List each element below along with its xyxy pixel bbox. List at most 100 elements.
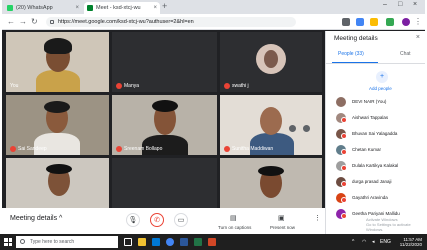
extension-icon[interactable]: [342, 18, 350, 26]
tile-name: Sunitha Maddiwan: [232, 146, 274, 152]
close-tab-icon[interactable]: ×: [75, 2, 79, 14]
file-explorer-icon[interactable]: [138, 238, 146, 246]
person-head: [260, 107, 282, 135]
participant-row[interactable]: Dulala Kartikya Kalakal: [332, 159, 424, 174]
end-call-button[interactable]: ✆: [150, 213, 164, 227]
muted-mic-icon: [224, 83, 230, 89]
chevron-up-icon[interactable]: ^: [352, 239, 354, 245]
watermark-line: Go to Settings to activate Windows.: [366, 222, 411, 232]
forward-icon[interactable]: →: [19, 17, 27, 27]
close-window-button[interactable]: ×: [413, 1, 417, 8]
maximize-button[interactable]: □: [398, 1, 402, 8]
video-tile: Sai Sandeep: [6, 95, 109, 155]
reload-icon[interactable]: ↻: [31, 17, 38, 27]
extension-icon[interactable]: [386, 18, 394, 26]
tile-name: Manya: [124, 83, 140, 89]
windows-start-icon[interactable]: [4, 238, 12, 246]
participant-row[interactable]: Chetan Kumar: [332, 143, 424, 158]
more-options-icon[interactable]: ⋮: [314, 214, 321, 222]
muted-icon: [341, 133, 347, 139]
tile-name: Sai Sandeep: [18, 146, 47, 152]
new-tab-button[interactable]: +: [162, 1, 167, 11]
tab-meet[interactable]: Meet - ksd-xtcj-wu ×: [84, 2, 160, 14]
task-view-icon[interactable]: [124, 238, 132, 246]
video-tile: [112, 158, 217, 208]
whatsapp-icon: [7, 5, 13, 11]
taskbar-search-box[interactable]: Type here to search: [16, 236, 118, 248]
participant-row[interactable]: Bhuvan Sai Yalagadda: [332, 127, 424, 142]
tab-people[interactable]: People (33): [338, 51, 364, 57]
clock[interactable]: 11:57 AM 11/22/2020: [394, 237, 422, 247]
tile-name: swathi j: [232, 83, 249, 89]
tile-name: Sreenam Bollapo: [124, 146, 163, 152]
language-indicator[interactable]: ENG: [380, 239, 391, 245]
video-tile: swathi j: [220, 32, 322, 92]
more-options-icon[interactable]: [303, 125, 310, 132]
search-placeholder: Type here to search: [30, 239, 75, 245]
captions-icon[interactable]: ▤: [230, 214, 237, 222]
add-people-label[interactable]: Add people: [369, 86, 392, 91]
person-hair: [44, 101, 70, 113]
activate-windows-watermark: Activate Windows Go to Settings to activ…: [366, 217, 425, 232]
muted-mic-icon: [10, 146, 16, 152]
volume-icon[interactable]: ◂: [372, 239, 375, 245]
person-body: [142, 135, 188, 155]
meeting-details-button[interactable]: Meeting details ^: [10, 215, 62, 222]
present-label[interactable]: Present now: [270, 225, 295, 230]
close-panel-icon[interactable]: ×: [416, 34, 420, 41]
person-hair: [258, 166, 284, 176]
address-bar-row: ← → ↻ https://meet.google.com/ksd-xtcj-w…: [2, 14, 425, 30]
captions-label[interactable]: Turn on captions: [218, 225, 251, 230]
muted-icon: [341, 165, 347, 171]
tab-chat[interactable]: Chat: [400, 51, 411, 57]
participant-name: Aishwari Tappalas: [352, 115, 389, 120]
chrome-icon[interactable]: [166, 238, 174, 246]
url-field[interactable]: https://meet.google.com/ksd-xtcj-wu?auth…: [46, 17, 296, 27]
muted-mic-icon: [116, 146, 122, 152]
muted-icon: [341, 197, 347, 203]
participant-row[interactable]: Aishwari Tappalas: [332, 111, 424, 126]
muted-mic-icon: [224, 146, 230, 152]
participant-row[interactable]: durga prasad Janaji: [332, 175, 424, 190]
meet-icon: [87, 5, 93, 11]
extension-icon[interactable]: [356, 18, 364, 26]
person-hair: [46, 164, 72, 174]
meeting-details-label: Meeting details: [10, 215, 58, 222]
lock-icon: [50, 20, 54, 24]
muted-icon: [341, 213, 347, 219]
word-icon[interactable]: [180, 238, 188, 246]
profile-avatar[interactable]: [402, 18, 410, 26]
tab-label: (20) WhatsApp: [16, 5, 53, 11]
video-tile: Manya: [112, 32, 217, 92]
video-tile: Sunitha Maddiwan: [220, 95, 322, 155]
camera-button[interactable]: ▭: [174, 213, 188, 227]
screen: (20) WhatsApp × Meet - ksd-xtcj-wu × + –…: [0, 0, 427, 250]
muted-icon: [341, 117, 347, 123]
back-icon[interactable]: ←: [7, 17, 15, 27]
video-tile: [6, 158, 109, 208]
participant-name: Gayathri Aravinda: [352, 195, 388, 200]
windows-taskbar: Type here to search ^ ◠ ◂ ENG 11:57 AM 1…: [0, 234, 427, 250]
minimize-button[interactable]: –: [383, 1, 387, 8]
participant-row[interactable]: DEVI NAIR (You): [332, 95, 424, 110]
divider: [326, 63, 425, 64]
tab-whatsapp[interactable]: (20) WhatsApp ×: [4, 2, 82, 14]
excel-icon[interactable]: [194, 238, 202, 246]
add-person-icon[interactable]: +: [376, 71, 388, 83]
participant-row[interactable]: Gayathri Aravinda: [332, 191, 424, 206]
menu-icon[interactable]: ⋮: [414, 17, 422, 27]
person-body: [36, 70, 80, 92]
tab-bar: (20) WhatsApp × Meet - ksd-xtcj-wu × + –…: [2, 0, 425, 14]
chevron-up-icon: ^: [59, 215, 63, 222]
powerpoint-icon[interactable]: [208, 238, 216, 246]
panel-title: Meeting details: [334, 35, 378, 42]
edge-icon[interactable]: [152, 238, 160, 246]
mic-button[interactable]: 🎙: [126, 213, 140, 227]
star-icon[interactable]: [370, 18, 378, 26]
participant-name: Dulala Kartikya Kalakal: [352, 163, 399, 168]
pin-icon[interactable]: [289, 125, 296, 132]
present-icon[interactable]: ▣: [278, 214, 285, 222]
wifi-icon[interactable]: ◠: [362, 239, 366, 245]
close-tab-icon[interactable]: ×: [153, 2, 157, 14]
url-text: https://meet.google.com/ksd-xtcj-wu?auth…: [58, 19, 194, 25]
